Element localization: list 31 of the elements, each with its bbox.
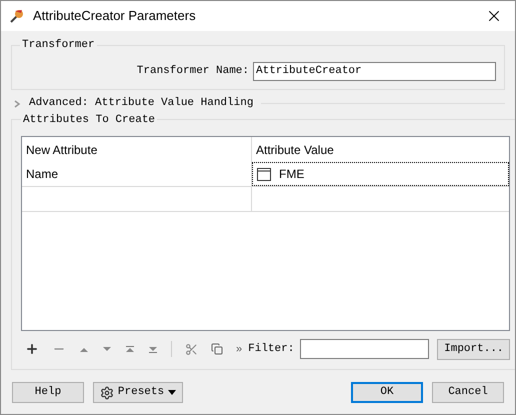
help-button[interactable]: Help — [12, 382, 84, 403]
filter-field[interactable] — [300, 339, 430, 359]
group-title: Attributes To Create — [22, 112, 156, 128]
column-header[interactable]: Attribute Value — [252, 137, 510, 162]
copy-icon[interactable] — [211, 343, 223, 355]
move-to-bottom-icon[interactable] — [148, 344, 158, 354]
app-icon — [9, 8, 25, 24]
filter-label: Filter: — [248, 342, 294, 357]
column-header[interactable]: New Attribute — [22, 137, 252, 162]
expand-chevron-icon[interactable] — [13, 100, 21, 108]
cell-text: FME — [279, 166, 304, 183]
section-header[interactable]: Advanced: Attribute Value Handling — [29, 95, 254, 112]
field-label: Transformer Name: — [136, 64, 249, 79]
move-to-top-icon[interactable] — [125, 344, 135, 354]
group-title: Transformer — [21, 38, 96, 53]
add-icon[interactable] — [25, 342, 39, 356]
transformer-name-field[interactable]: AttributeCreator — [253, 62, 496, 80]
cut-icon[interactable] — [185, 342, 198, 356]
table-cell[interactable]: Name — [22, 162, 252, 186]
move-down-icon[interactable] — [102, 344, 112, 354]
window-title: AttributeCreator Parameters — [33, 7, 197, 26]
import-button[interactable]: Import... — [437, 338, 510, 360]
dropdown-caret-icon — [168, 390, 176, 395]
gear-icon — [100, 386, 114, 400]
ok-button[interactable]: OK — [351, 382, 423, 403]
more-button[interactable]: » — [236, 340, 242, 358]
cell-text: Name — [26, 166, 58, 183]
value-type-icon[interactable] — [257, 168, 271, 180]
cancel-button[interactable]: Cancel — [432, 382, 504, 403]
presets-button[interactable]: Presets — [93, 382, 183, 403]
table-cell[interactable]: FME — [252, 162, 510, 186]
